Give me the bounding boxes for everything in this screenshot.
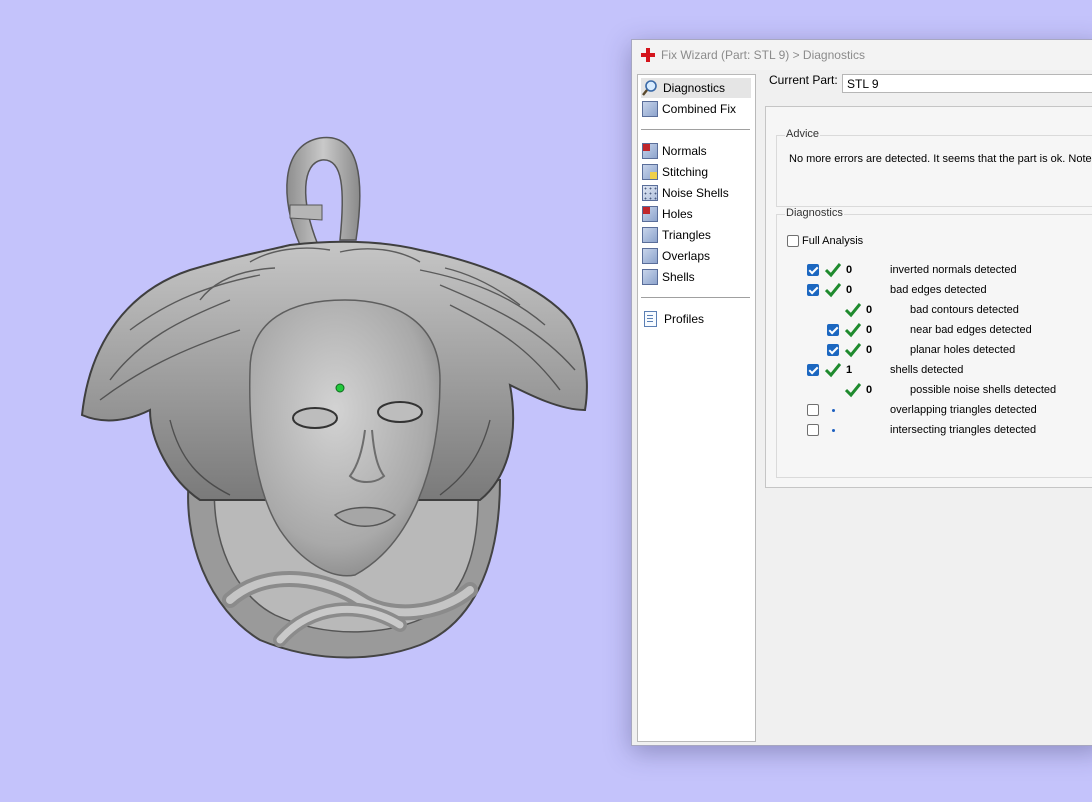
nav-item-shells[interactable]: Shells <box>641 267 751 287</box>
diagnostics-panel: Advice No more errors are detected. It s… <box>765 106 1092 488</box>
pending-dot-icon <box>832 409 835 412</box>
current-part-field[interactable]: STL 9 <box>842 74 1092 93</box>
nav-item-triangles[interactable]: Triangles <box>641 225 751 245</box>
cube-shells-icon <box>642 269 658 285</box>
row-label: bad edges detected <box>890 284 987 296</box>
nav-item-label: Profiles <box>664 312 705 326</box>
nav-divider <box>641 297 750 298</box>
cube-normals-icon <box>642 143 658 159</box>
cube-triangles-icon <box>642 227 658 243</box>
row-label: bad contours detected <box>910 304 1019 316</box>
row-checkbox[interactable] <box>807 404 819 416</box>
full-analysis-checkbox[interactable] <box>787 235 799 247</box>
nav-item-label: Diagnostics <box>663 81 726 95</box>
diagnostic-row: 1 shells detected <box>777 361 1092 379</box>
full-analysis-label: Full Analysis <box>802 235 864 247</box>
nav-item-overlaps[interactable]: Overlaps <box>641 246 751 266</box>
row-label: overlapping triangles detected <box>890 404 1037 416</box>
green-check-icon <box>844 322 862 338</box>
row-count: 1 <box>846 364 853 376</box>
nav-item-noise-shells[interactable]: Noise Shells <box>641 183 751 203</box>
row-label: inverted normals detected <box>890 264 1017 276</box>
diagnostic-row: 0 inverted normals detected <box>777 261 1092 279</box>
advice-group: Advice No more errors are detected. It s… <box>776 128 1092 207</box>
diagnostic-row: 0 possible noise shells detected <box>777 381 1092 399</box>
fix-wizard-dialog: Fix Wizard (Part: STL 9) > Diagnostics D… <box>631 39 1092 746</box>
diagnostic-row: 0 bad edges detected <box>777 281 1092 299</box>
window-title: Fix Wizard (Part: STL 9) > Diagnostics <box>661 48 865 62</box>
green-check-icon <box>824 282 842 298</box>
row-count: 0 <box>866 344 873 356</box>
pick-point-marker <box>335 383 345 393</box>
cube-holes-icon <box>642 206 658 222</box>
magnifier-icon <box>641 79 659 97</box>
nav-item-label: Noise Shells <box>662 186 729 200</box>
title-bar[interactable]: Fix Wizard (Part: STL 9) > Diagnostics <box>632 40 1092 70</box>
row-checkbox[interactable] <box>807 364 819 376</box>
cube-icon <box>642 101 658 117</box>
diagnostics-title: Diagnostics <box>785 207 844 219</box>
diagnostics-group: Diagnostics Full Analysis 0 inverted nor… <box>776 207 1092 478</box>
green-check-icon <box>844 302 862 318</box>
cube-stitching-icon <box>642 164 658 180</box>
app-cross-icon <box>641 48 655 62</box>
nav-item-label: Overlaps <box>662 249 711 263</box>
document-icon <box>644 311 657 327</box>
row-count: 0 <box>846 264 853 276</box>
current-part-label: Current Part: <box>769 73 838 87</box>
cube-noise-icon <box>642 185 658 201</box>
row-label: intersecting triangles detected <box>890 424 1037 436</box>
advice-text: No more errors are detected. It seems th… <box>789 153 1092 165</box>
diagnostic-row: 0 planar holes detected <box>777 341 1092 359</box>
row-checkbox[interactable] <box>807 284 819 296</box>
row-count: 0 <box>846 284 853 296</box>
nav-item-combined-fix[interactable]: Combined Fix <box>641 99 751 119</box>
row-label: shells detected <box>890 364 964 376</box>
nav-item-label: Holes <box>662 207 693 221</box>
row-label: possible noise shells detected <box>910 384 1057 396</box>
row-count: 0 <box>866 324 873 336</box>
row-checkbox[interactable] <box>807 264 819 276</box>
row-checkbox[interactable] <box>827 344 839 356</box>
row-label: near bad edges detected <box>910 324 1032 336</box>
diagnostic-row: 0 bad contours detected <box>777 301 1092 319</box>
row-label: planar holes detected <box>910 344 1016 356</box>
pending-dot-icon <box>832 429 835 432</box>
green-check-icon <box>824 362 842 378</box>
row-count: 0 <box>866 384 873 396</box>
row-checkbox[interactable] <box>827 324 839 336</box>
wizard-content: Current Part: STL 9 Advice No more error… <box>765 70 1092 745</box>
nav-item-stitching[interactable]: Stitching <box>641 162 751 182</box>
diagnostic-row: overlapping triangles detected <box>777 401 1092 419</box>
nav-item-label: Stitching <box>662 165 709 179</box>
nav-item-label: Triangles <box>662 228 711 242</box>
nav-item-diagnostics[interactable]: Diagnostics <box>641 78 751 98</box>
nav-item-label: Combined Fix <box>662 102 737 116</box>
nav-item-profiles[interactable]: Profiles <box>641 309 751 329</box>
nav-item-label: Normals <box>662 144 707 158</box>
wizard-navigation: Diagnostics Combined Fix Normals Stitchi… <box>637 74 756 742</box>
nav-item-holes[interactable]: Holes <box>641 204 751 224</box>
green-check-icon <box>824 262 842 278</box>
nav-divider <box>641 129 750 130</box>
nav-item-label: Shells <box>662 270 695 284</box>
cube-overlaps-icon <box>642 248 658 264</box>
advice-title: Advice <box>785 128 821 140</box>
diagnostic-row: 0 near bad edges detected <box>777 321 1092 339</box>
nav-item-normals[interactable]: Normals <box>641 141 751 161</box>
row-count: 0 <box>866 304 873 316</box>
green-check-icon <box>844 382 862 398</box>
green-check-icon <box>844 342 862 358</box>
row-checkbox[interactable] <box>807 424 819 436</box>
diagnostic-row: intersecting triangles detected <box>777 421 1092 439</box>
